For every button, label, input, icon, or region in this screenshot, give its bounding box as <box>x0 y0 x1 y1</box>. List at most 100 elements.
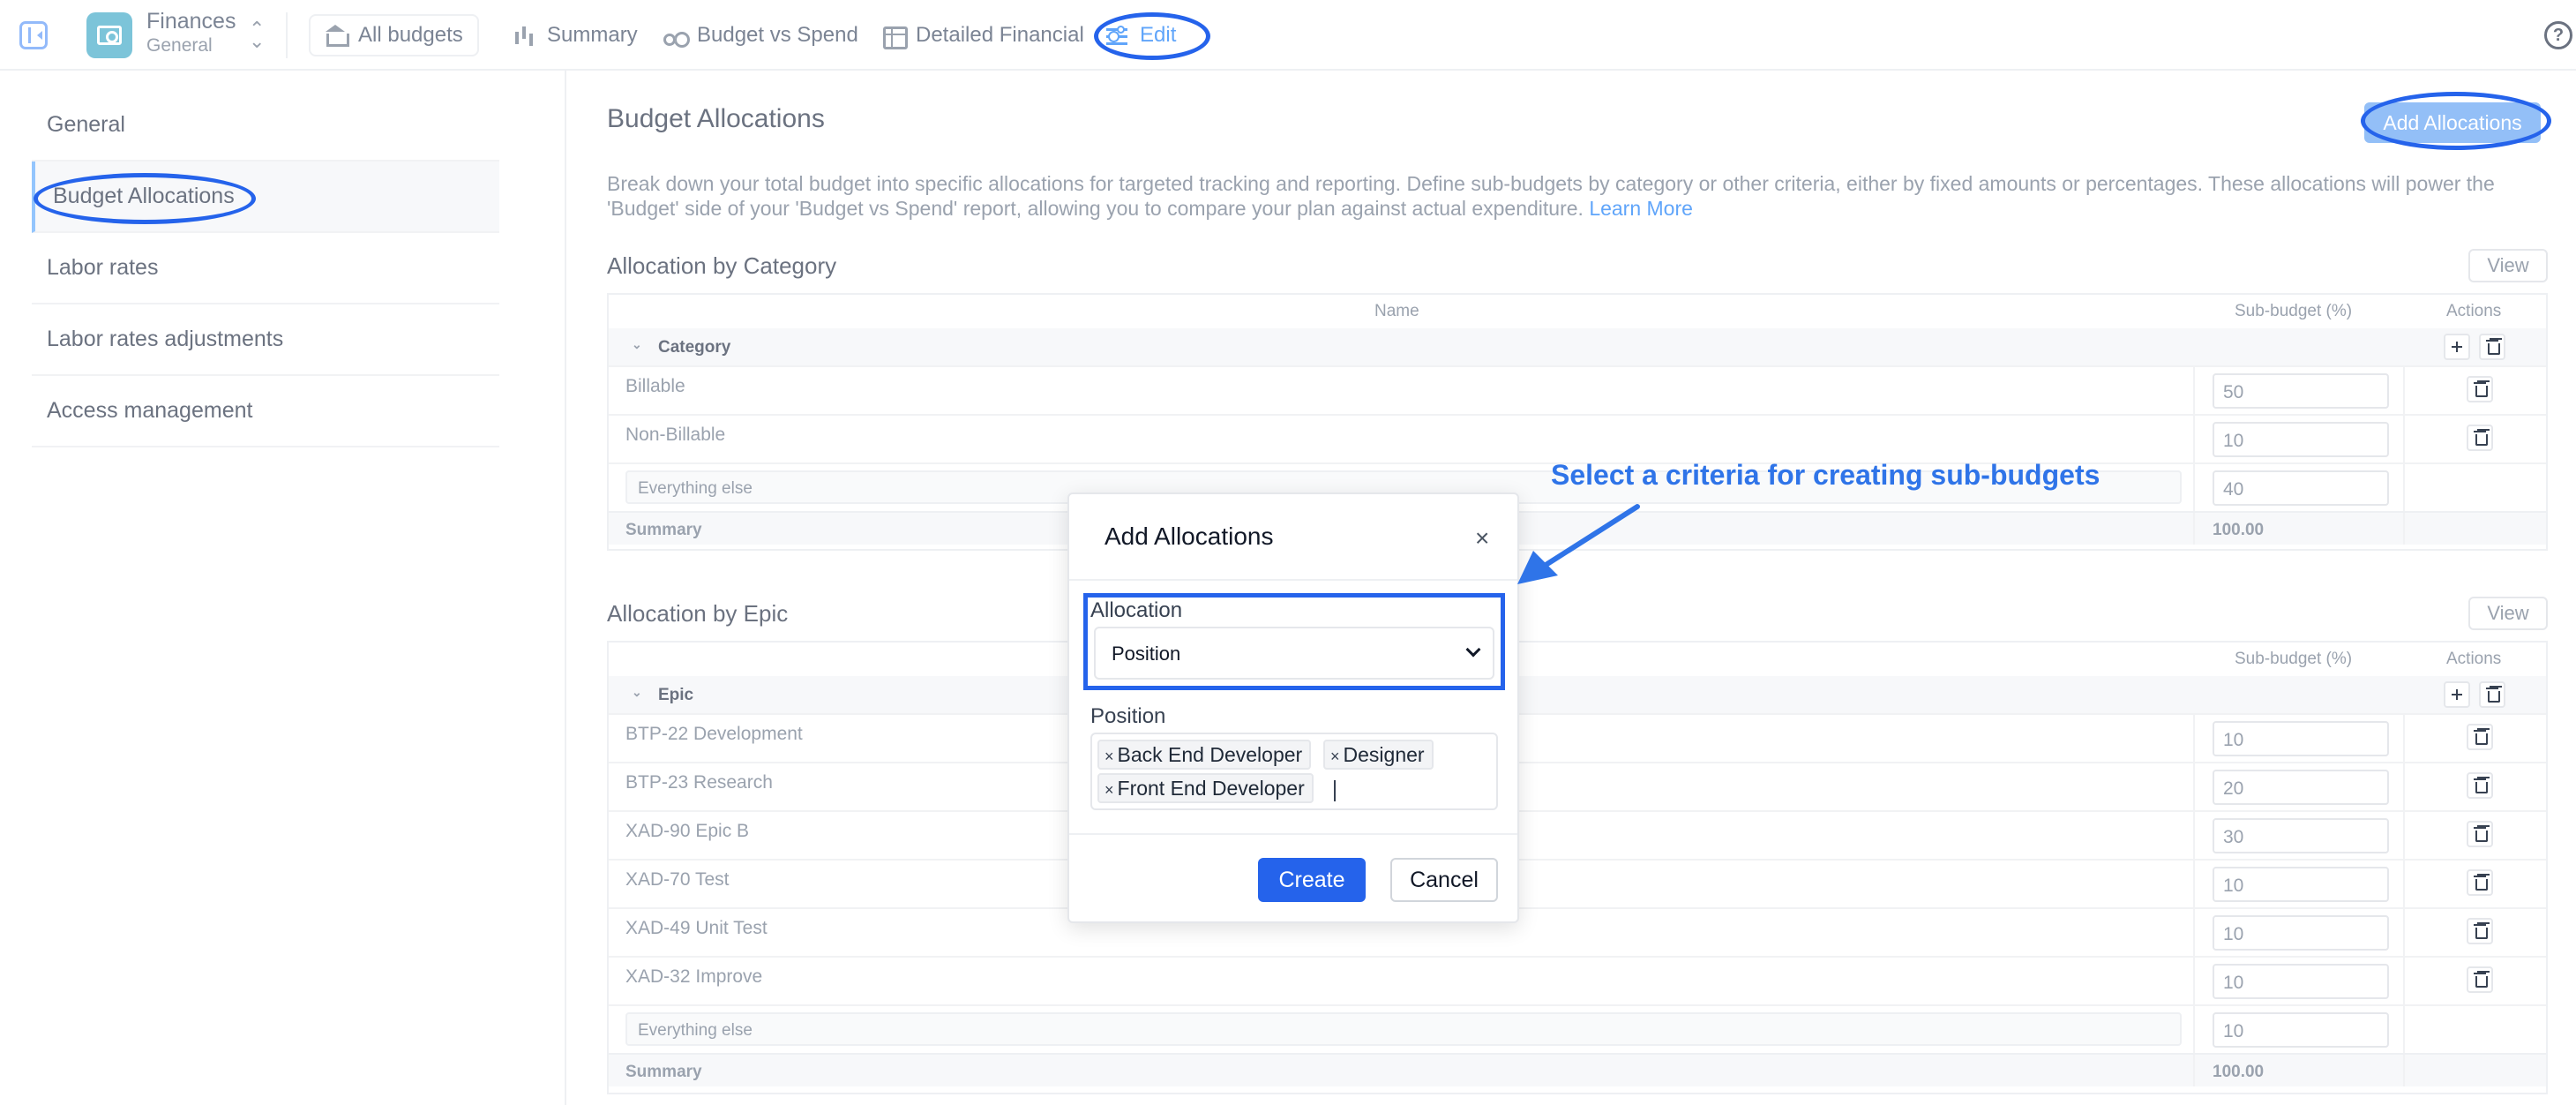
group-label: Epic <box>658 686 694 704</box>
table-row: XAD-32 Improve 10 <box>609 956 2546 1004</box>
column-sub-budget: Sub-budget (%) <box>2235 302 2353 320</box>
add-allocations-highlight-circle <box>2361 92 2551 150</box>
app-switcher-icon[interactable]: ⌃ ⌄ <box>249 19 265 51</box>
modal-divider <box>1069 833 1517 835</box>
content-divider <box>565 71 566 1105</box>
table-row: Billable 50 <box>609 365 2546 414</box>
category-group-row[interactable]: ⌄ Category <box>609 328 2546 365</box>
sub-budget-input[interactable]: 10 <box>2213 422 2389 457</box>
sub-budget-input[interactable]: 20 <box>2213 770 2389 805</box>
category-section-title: Allocation by Category <box>607 252 837 279</box>
delete-row-trash-icon[interactable] <box>2467 376 2493 402</box>
chip-remove-icon[interactable]: × <box>1105 781 1114 799</box>
top-bar: Finances General ⌃ ⌄ All budgets Summary … <box>0 0 2576 71</box>
learn-more-link[interactable]: Learn More <box>1589 197 1693 220</box>
epic-section-title: Allocation by Epic <box>607 600 789 627</box>
sub-budget-input[interactable]: 10 <box>2213 915 2389 951</box>
summary-row: Summary 100.00 <box>609 1053 2546 1086</box>
nav-item-access-management[interactable]: Access management <box>32 376 499 447</box>
delete-row-trash-icon[interactable] <box>2467 821 2493 847</box>
position-chip: × Front End Developer <box>1097 773 1314 803</box>
delete-row-trash-icon[interactable] <box>2467 918 2493 944</box>
tab-label: Budget vs Spend <box>697 23 858 47</box>
table-row: BTP-22 Development 10 <box>609 713 2546 762</box>
table-icon <box>882 25 908 49</box>
table-row: XAD-49 Unit Test 10 <box>609 907 2546 956</box>
add-row-plus-icon[interactable] <box>2444 681 2470 708</box>
everything-else-row: Everything else 10 <box>609 1004 2546 1053</box>
app-subtitle: General <box>146 35 213 56</box>
epic-group-row[interactable]: ⌄ Epic <box>609 676 2546 713</box>
tab-detailed-financial[interactable]: Detailed Financial <box>882 14 1084 56</box>
delete-row-trash-icon[interactable] <box>2467 966 2493 993</box>
tab-all-budgets[interactable]: All budgets <box>309 14 479 56</box>
create-button[interactable]: Create <box>1258 858 1366 902</box>
delete-group-trash-icon[interactable] <box>2479 681 2505 708</box>
delete-row-trash-icon[interactable] <box>2467 869 2493 896</box>
modal-title: Add Allocations <box>1105 522 1274 550</box>
table-row: Non-Billable 10 <box>609 414 2546 462</box>
nav-divider <box>286 12 288 58</box>
nav-item-labor-rates-adjustments[interactable]: Labor rates adjustments <box>32 304 499 376</box>
close-icon[interactable]: × <box>1475 526 1489 551</box>
row-name: BTP-22 Development <box>625 724 803 744</box>
chevron-down-icon[interactable]: ⌄ <box>632 685 642 700</box>
scale-icon <box>663 25 685 46</box>
page-description: Break down your total budget into specif… <box>607 171 2548 221</box>
allocation-label: Allocation <box>1090 598 1183 622</box>
table-row: XAD-90 Epic B 30 <box>609 810 2546 859</box>
chip-remove-icon[interactable]: × <box>1105 748 1114 765</box>
annotation-callout: Select a criteria for creating sub-budge… <box>1551 459 2100 491</box>
sub-budget-input[interactable]: 30 <box>2213 818 2389 853</box>
row-name: Non-Billable <box>625 425 726 445</box>
annotation-arrow-icon <box>1517 504 1640 584</box>
summary-label: Summary <box>625 1063 702 1081</box>
add-allocations-modal: Add Allocations × Allocation Position Po… <box>1067 492 1519 923</box>
summary-label: Summary <box>625 521 702 539</box>
position-chip: × Back End Developer <box>1097 740 1312 770</box>
allocation-selected-value: Position <box>1112 643 1181 665</box>
row-name: Billable <box>625 376 685 396</box>
chip-label: Designer <box>1343 743 1425 766</box>
bank-icon <box>325 25 349 47</box>
epic-view-button[interactable]: View <box>2468 597 2548 630</box>
position-multiselect[interactable]: × Back End Developer × Designer × Front End… <box>1090 733 1498 810</box>
tab-budget-vs-spend[interactable]: Budget vs Spend <box>663 14 858 56</box>
nav-item-labor-rates[interactable]: Labor rates <box>32 233 499 304</box>
budget-allocations-highlight-circle <box>34 173 256 224</box>
tab-summary[interactable]: Summary <box>513 14 638 56</box>
table-header: Name Sub-budget (%) Actions <box>609 295 2546 328</box>
chevron-down-icon[interactable]: ⌄ <box>632 337 642 352</box>
delete-row-trash-icon[interactable] <box>2467 772 2493 799</box>
finances-app-logo[interactable] <box>86 12 132 58</box>
help-icon[interactable]: ? <box>2544 21 2572 49</box>
chip-remove-icon[interactable]: × <box>1330 748 1340 765</box>
row-name: XAD-70 Test <box>625 869 730 890</box>
sub-budget-input[interactable]: 10 <box>2213 721 2389 756</box>
table-header: Sub-budget (%) Actions <box>609 643 2546 676</box>
delete-group-trash-icon[interactable] <box>2479 334 2505 360</box>
nav-item-general[interactable]: General <box>32 90 499 162</box>
column-name: Name <box>1374 302 1419 320</box>
delete-row-trash-icon[interactable] <box>2467 425 2493 451</box>
sub-budget-input[interactable]: 10 <box>2213 964 2389 999</box>
table-row: XAD-70 Test 10 <box>609 859 2546 907</box>
summary-value: 100.00 <box>2213 521 2265 539</box>
sub-budget-input[interactable]: 50 <box>2213 373 2389 409</box>
tab-label: Summary <box>547 23 638 47</box>
everything-else-value: 10 <box>2213 1012 2389 1048</box>
everything-else-value: 40 <box>2213 470 2389 506</box>
sidebar-toggle-icon[interactable] <box>19 21 48 49</box>
cancel-button[interactable]: Cancel <box>1390 858 1498 902</box>
edit-tab-highlight-circle <box>1094 12 1210 60</box>
text-caret <box>1334 780 1336 801</box>
category-view-button[interactable]: View <box>2468 249 2548 282</box>
add-row-plus-icon[interactable] <box>2444 334 2470 360</box>
row-name: XAD-49 Unit Test <box>625 918 768 938</box>
chevron-down-icon <box>1465 642 1481 658</box>
delete-row-trash-icon[interactable] <box>2467 724 2493 750</box>
app-title: Finances <box>146 9 236 34</box>
allocation-select[interactable]: Position <box>1094 627 1494 680</box>
sub-budget-input[interactable]: 10 <box>2213 867 2389 902</box>
chart-icon <box>513 25 535 46</box>
